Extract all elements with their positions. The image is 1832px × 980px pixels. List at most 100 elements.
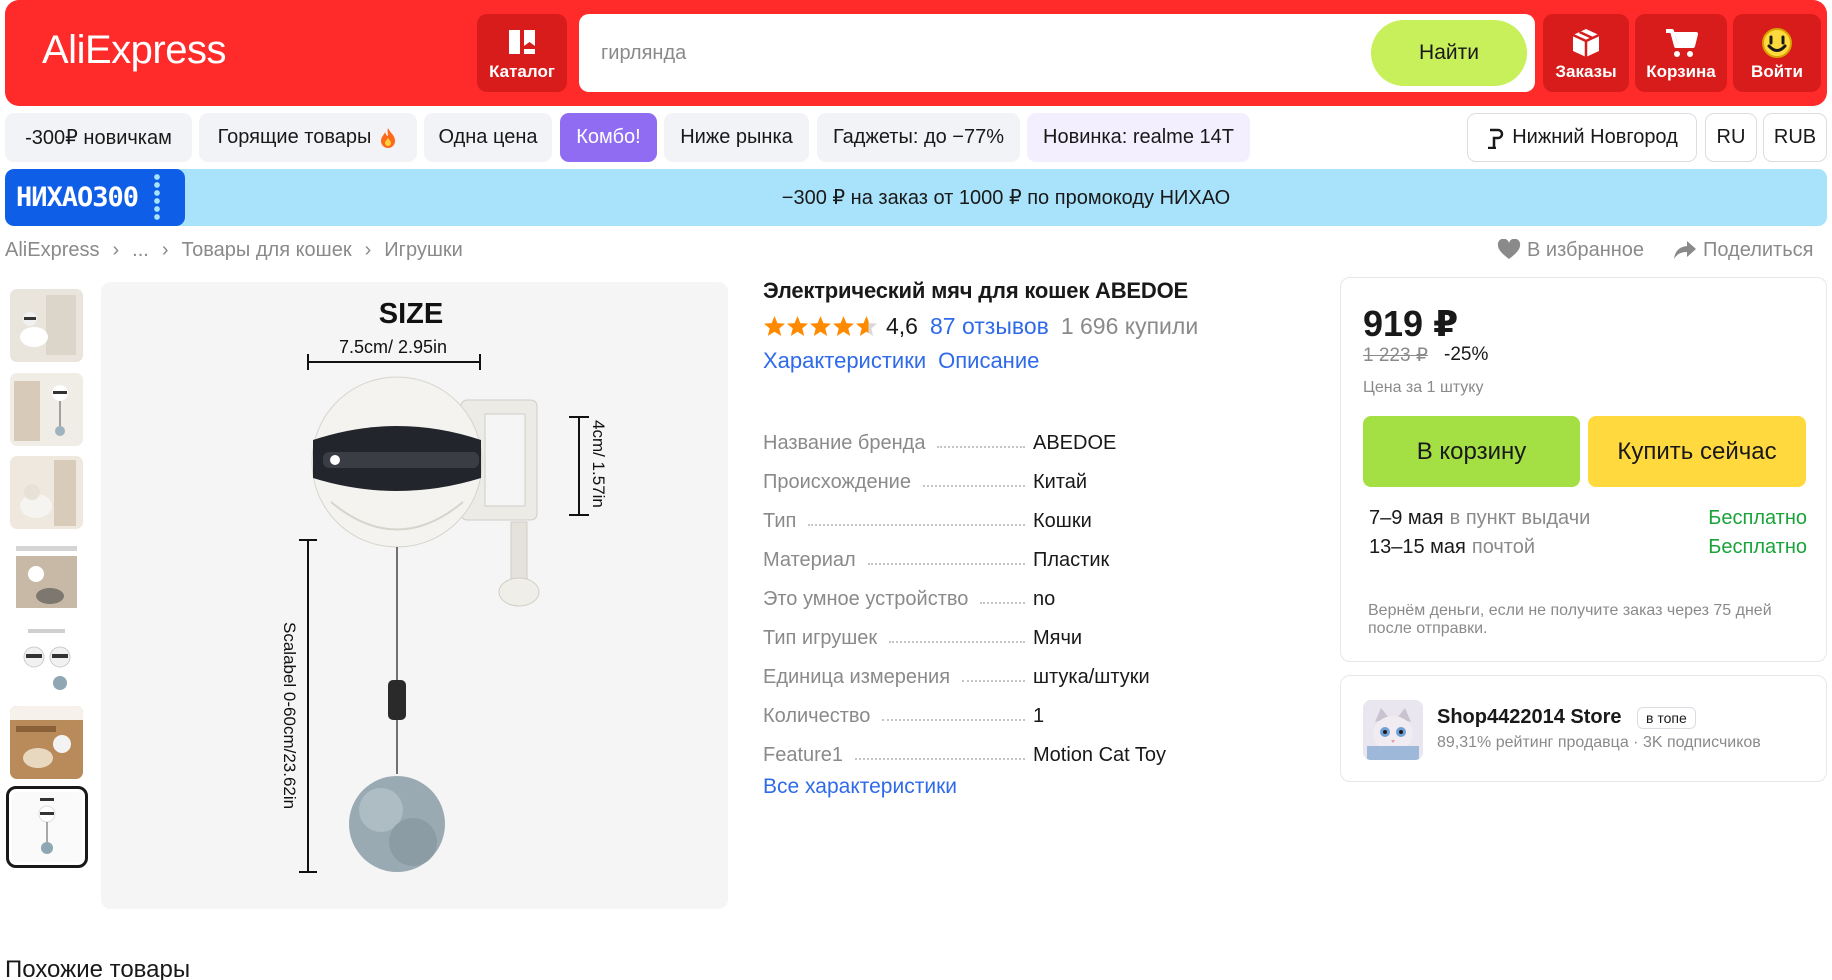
spec-key: Единица измерения — [763, 666, 951, 688]
rating-value: 4,6 — [886, 312, 918, 339]
login-button[interactable]: Войти — [1733, 14, 1821, 92]
breadcrumb-ellipsis[interactable]: ... — [132, 239, 149, 262]
seller-card[interactable]: Shop4422014 Store в топе 89,31% рейтинг … — [1340, 675, 1827, 782]
cart-label: Корзина — [1646, 62, 1716, 81]
main-product-image[interactable]: SIZE 7.5cm/ 2.95in 4cm/ 1.57in Scalabel … — [101, 282, 728, 909]
delivery-option-pickup: 7–9 мая в пункт выдачи Бесплатно — [1369, 505, 1807, 531]
star-half-icon — [855, 315, 878, 337]
buy-now-button[interactable]: Купить сейчас — [1588, 416, 1806, 487]
catalog-icon — [509, 30, 535, 54]
spec-row: Тип игрушек Мячи — [763, 619, 1323, 658]
cat-avatar-image — [1363, 700, 1423, 760]
search-input[interactable] — [601, 34, 1301, 72]
share-button[interactable]: Поделиться — [1673, 238, 1813, 262]
breadcrumb-cat-goods[interactable]: Товары для кошек — [182, 239, 352, 262]
spec-value: Мячи — [1033, 627, 1083, 649]
add-to-cart-button[interactable]: В корзину — [1363, 416, 1580, 487]
thumbnail-7-selected[interactable] — [6, 786, 88, 868]
chip-hot-deals[interactable]: Горящие товары — [199, 113, 417, 162]
thumbnail-6[interactable] — [10, 706, 83, 779]
box-icon — [1572, 29, 1600, 57]
breadcrumb: AliExpress › ... › Товары для кошек › Иг… — [5, 238, 463, 262]
star-icon — [763, 315, 786, 337]
breadcrumb-toys[interactable]: Игрушки — [384, 239, 463, 262]
spec-value: Motion Cat Toy — [1033, 744, 1167, 766]
bought-count: 1 696 купили — [1060, 312, 1199, 339]
specs-list: Название бренда ABEDOE Происхождение Китай… — [763, 424, 1323, 775]
chip-gadgets[interactable]: Гаджеты: до −77% — [817, 113, 1020, 162]
promo-banner[interactable]: НИХАО300 −300 ₽ на заказ от 1000 ₽ по пр… — [5, 169, 1827, 226]
thumbnail-image — [10, 540, 83, 613]
orders-button[interactable]: Заказы — [1543, 14, 1629, 92]
spec-row: Тип Кошки — [763, 502, 1323, 541]
thumbnail-2[interactable] — [10, 373, 83, 446]
language-selector[interactable]: RU — [1705, 113, 1757, 162]
star-icon — [832, 315, 855, 337]
buy-box: 919 ₽ 1 223 ₽ -25% Цена за 1 штуку В кор… — [1340, 277, 1827, 662]
product-title: Электрический мяч для кошек ABEDOE — [763, 278, 1188, 303]
favorite-button[interactable]: В избранное — [1497, 238, 1644, 262]
thumbnail-image — [10, 373, 83, 446]
spec-value: Пластик — [1033, 549, 1110, 571]
description-link[interactable]: Описание — [938, 348, 1039, 374]
delivery-price: Бесплатно — [1708, 506, 1807, 529]
city-label: Нижний Новгород — [1512, 126, 1678, 148]
ticket-perforation — [153, 173, 161, 222]
rating-row: 4,6 87 отзывов 1 696 купили — [763, 312, 1198, 340]
chip-below-market[interactable]: Ниже рынка — [664, 113, 809, 162]
cart-button[interactable]: Корзина — [1635, 14, 1727, 92]
delivery-method: в пункт выдачи — [1449, 506, 1591, 529]
store-name[interactable]: Shop4422014 Store — [1437, 706, 1622, 729]
fire-icon — [381, 127, 396, 148]
currency-selector[interactable]: RUB — [1763, 113, 1827, 162]
chevron-right-icon: › — [364, 238, 372, 261]
catalog-label: Каталог — [489, 62, 555, 81]
similar-products-heading: Похожие товары — [5, 956, 191, 980]
old-price: 1 223 ₽ — [1363, 345, 1428, 366]
store-avatar[interactable] — [1363, 700, 1423, 760]
chip-newbie[interactable]: -300₽ новичкам — [5, 113, 192, 162]
spec-value: ABEDOE — [1033, 432, 1117, 454]
spec-key: Тип игрушек — [763, 627, 878, 649]
search-button[interactable]: Найти — [1371, 20, 1527, 86]
spec-row: Feature1 Motion Cat Toy — [763, 736, 1323, 775]
breadcrumb-aliexpress[interactable]: AliExpress — [5, 239, 99, 262]
unit-price-label: Цена за 1 штуку — [1363, 379, 1484, 396]
top-store-badge: в топе — [1637, 707, 1696, 729]
spec-value: no — [1033, 588, 1056, 610]
spec-value: 1 — [1033, 705, 1045, 727]
rating-stars — [763, 315, 878, 337]
delivery-price: Бесплатно — [1708, 535, 1807, 558]
chip-one-price[interactable]: Одна цена — [424, 113, 552, 162]
chip-realme[interactable]: Новинка: realme 14T — [1027, 113, 1250, 162]
chevron-right-icon: › — [112, 238, 120, 261]
delivery-date: 13–15 мая — [1369, 535, 1466, 558]
specs-link[interactable]: Характеристики — [763, 348, 926, 374]
size-heading: SIZE — [379, 298, 443, 330]
spec-key: Количество — [763, 705, 871, 727]
all-specs-link[interactable]: Все характеристики — [763, 775, 957, 799]
spec-value: Кошки — [1033, 510, 1092, 532]
spec-key: Материал — [763, 549, 856, 571]
promo-code: НИХАО300 — [16, 182, 139, 213]
promo-text: −300 ₽ на заказ от 1000 ₽ по промокоду Н… — [781, 187, 1231, 209]
thumbnail-5[interactable] — [10, 623, 83, 696]
spec-key: Название бренда — [763, 432, 926, 454]
thumbnail-3[interactable] — [10, 456, 83, 529]
catalog-button[interactable]: Каталог — [477, 14, 567, 92]
spec-row: Происхождение Китай — [763, 463, 1323, 502]
height-dimension: 4cm/ 1.57in — [589, 420, 608, 508]
chip-combo[interactable]: Комбо! — [560, 113, 657, 162]
spec-value: штука/штуки — [1033, 666, 1150, 688]
thumbnail-1[interactable] — [10, 289, 83, 362]
location-icon — [1488, 128, 1504, 149]
favorite-label: В избранное — [1527, 238, 1645, 261]
aliexpress-logo[interactable]: AliExpress — [42, 28, 226, 73]
reviews-link[interactable]: 87 отзывов — [930, 313, 1049, 340]
city-selector[interactable]: Нижний Новгород — [1467, 113, 1697, 162]
thumbnail-image — [10, 706, 83, 779]
thumbnail-4[interactable] — [10, 540, 83, 613]
cart-icon — [1666, 29, 1698, 57]
thumbnail-image — [10, 456, 83, 529]
spec-key: Feature1 — [763, 744, 844, 766]
